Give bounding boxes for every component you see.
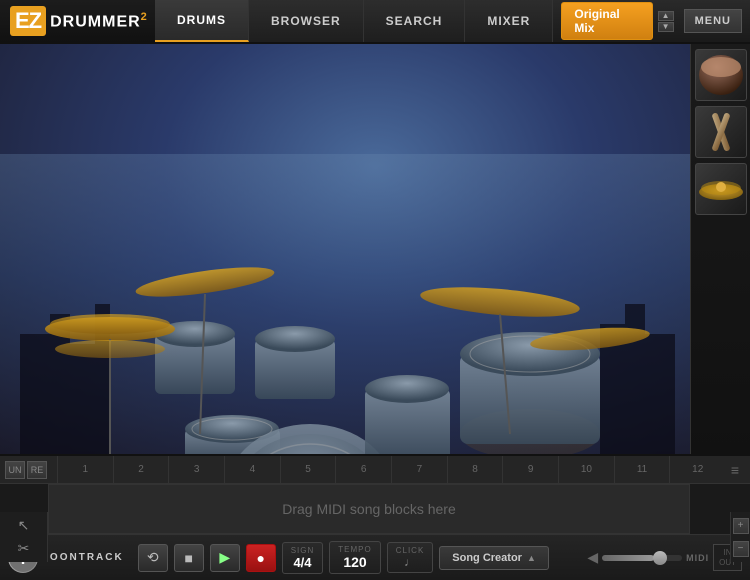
preset-up-arrow[interactable]: ▲ <box>658 11 674 21</box>
timeline-num-5: 5 <box>280 456 336 483</box>
preset-arrows: ▲ ▼ <box>658 11 674 32</box>
midi-drag-area[interactable]: Drag MIDI song blocks here <box>48 484 690 534</box>
midi-timeline-area: ↖ ✂ Drag MIDI song blocks here + − <box>0 484 750 534</box>
timeline-num-10: 10 <box>558 456 614 483</box>
zoom-out-button[interactable]: − <box>733 541 749 557</box>
logo-drummer: DRUMMER2 <box>50 11 148 31</box>
drum-area <box>0 44 750 454</box>
right-scroll-area: + − <box>730 512 750 562</box>
tab-drums[interactable]: DRUMS <box>155 0 249 42</box>
timeline-num-9: 9 <box>502 456 558 483</box>
click-label: Click <box>396 546 425 555</box>
header: EZ DRUMMER2 DRUMS BroWSER SeaRCH MIXER O… <box>0 0 750 44</box>
preset-down-arrow[interactable]: ▼ <box>658 22 674 32</box>
timeline-bar: UN RE 1 2 3 4 5 6 7 8 9 10 11 12 ≡ <box>0 456 750 484</box>
left-tools: ↖ ✂ <box>0 512 48 562</box>
snare-thumb-image <box>696 50 746 100</box>
logo-area: EZ DRUMMER2 <box>0 0 155 42</box>
record-icon: ● <box>256 550 264 566</box>
timeline-num-1: 1 <box>57 456 113 483</box>
play-button[interactable]: ▶ <box>210 544 240 572</box>
click-icon: ♩ <box>396 555 425 569</box>
tab-browser[interactable]: BroWSER <box>249 0 364 42</box>
timeline-num-3: 3 <box>168 456 224 483</box>
cut-tool-button[interactable]: ✂ <box>15 540 33 558</box>
timeline-num-11: 11 <box>614 456 670 483</box>
tempo-value: 120 <box>338 554 371 570</box>
tab-mixer[interactable]: MIXER <box>465 0 553 42</box>
timeline-settings-icon[interactable]: ≡ <box>725 462 745 478</box>
right-panel <box>690 44 750 454</box>
timeline-num-6: 6 <box>335 456 391 483</box>
midi-label: MIDI <box>686 553 709 563</box>
click-box[interactable]: Click ♩ <box>387 542 434 573</box>
timeline-num-4: 4 <box>224 456 280 483</box>
menu-button[interactable]: MENU <box>684 9 742 33</box>
timeline-numbers: 1 2 3 4 5 6 7 8 9 10 11 12 <box>57 456 725 483</box>
volume-slider[interactable] <box>602 555 682 561</box>
record-button[interactable]: ● <box>246 544 276 572</box>
volume-area: ◀ MIDI IN OUT <box>587 544 742 571</box>
logo-ez: EZ <box>10 6 46 36</box>
tempo-box[interactable]: Tempo 120 <box>329 541 380 574</box>
loop-button[interactable]: ⟲ <box>138 544 168 572</box>
toontrack-label: TOONTRACK <box>42 552 124 563</box>
play-icon: ▶ <box>219 549 230 566</box>
city-silhouette-svg <box>0 154 690 454</box>
drum-thumb-stick[interactable] <box>695 106 747 158</box>
time-signature-label: Sign <box>291 546 315 555</box>
undo-redo-area: UN RE <box>5 461 47 479</box>
bottom-section: UN RE 1 2 3 4 5 6 7 8 9 10 11 12 ≡ ↖ ✂ D… <box>0 454 750 550</box>
bottom-toolbar: T TOONTRACK ⟲ ■ ▶ ● Sign 4/4 Tempo 120 C… <box>0 534 750 580</box>
time-signature-box[interactable]: Sign 4/4 <box>282 542 324 574</box>
song-creator-label: Song Creator <box>452 552 522 564</box>
undo-button[interactable]: UN <box>5 461 25 479</box>
redo-button[interactable]: RE <box>27 461 47 479</box>
drag-midi-label: Drag MIDI song blocks here <box>282 501 456 517</box>
volume-icon: ◀ <box>587 549 598 566</box>
tab-search[interactable]: SeaRCH <box>364 0 466 42</box>
time-signature-value: 4/4 <box>291 555 315 570</box>
stop-button[interactable]: ■ <box>174 544 204 572</box>
timeline-num-2: 2 <box>113 456 169 483</box>
zoom-in-button[interactable]: + <box>733 518 749 534</box>
stick-thumb-image <box>696 107 746 157</box>
volume-fill <box>602 555 654 561</box>
nav-tabs: DRUMS BroWSER SeaRCH MIXER <box>155 0 553 42</box>
loop-icon: ⟲ <box>147 549 159 566</box>
preset-selector[interactable]: Original Mix <box>561 2 652 40</box>
select-tool-button[interactable]: ↖ <box>15 517 33 535</box>
drum-thumb-cymbal[interactable] <box>695 163 747 215</box>
cymbal-thumb-image <box>696 164 746 214</box>
drum-thumb-snare[interactable] <box>695 49 747 101</box>
timeline-num-7: 7 <box>391 456 447 483</box>
timeline-num-12: 12 <box>669 456 725 483</box>
preset-area: Original Mix ▲ ▼ MENU <box>553 2 750 40</box>
stop-icon: ■ <box>184 550 192 566</box>
song-creator-button[interactable]: Song Creator <box>439 546 549 570</box>
volume-handle[interactable] <box>653 551 667 565</box>
timeline-num-8: 8 <box>447 456 503 483</box>
